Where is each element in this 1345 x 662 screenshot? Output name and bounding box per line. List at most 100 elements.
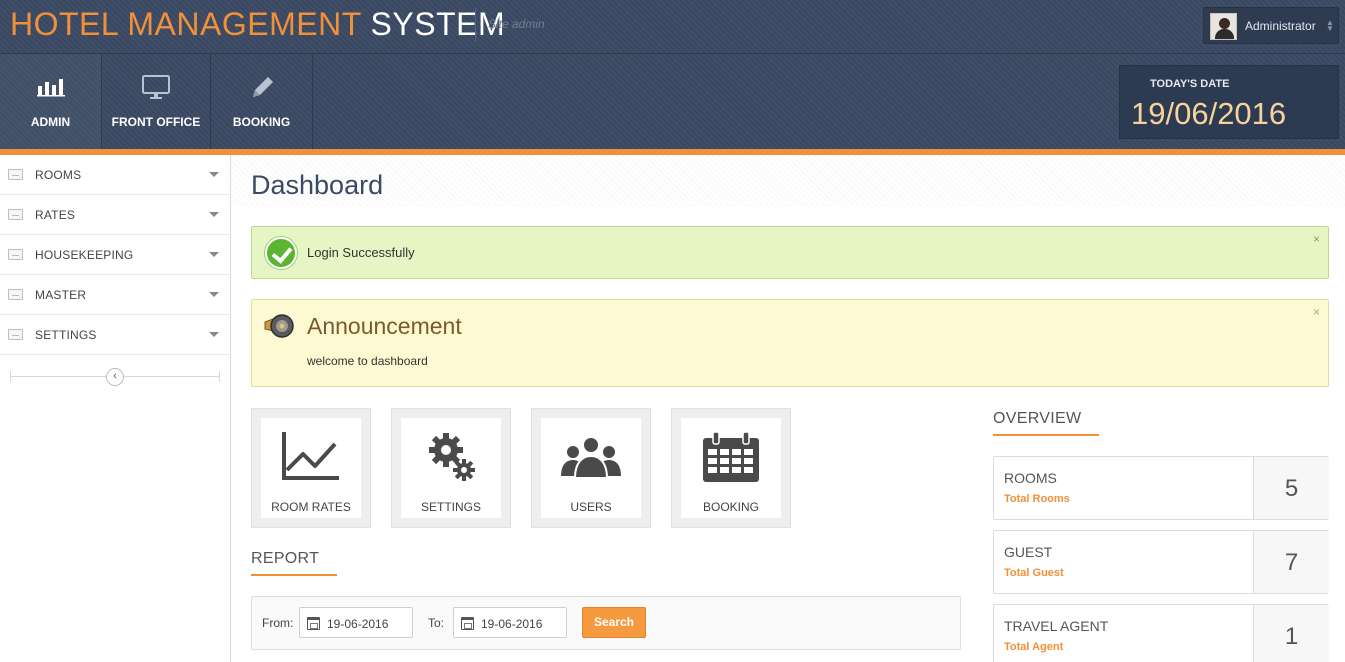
nav-item-front-office[interactable]: FRONT OFFICE bbox=[102, 54, 211, 150]
to-date-input[interactable]: 19-06-2016 bbox=[453, 607, 567, 638]
from-label: From: bbox=[262, 616, 294, 630]
calendar-small-icon bbox=[307, 617, 320, 630]
sidebar: ROOMS RATES HOUSEKEEPING MASTER SETTINGS… bbox=[0, 155, 231, 662]
sidebar-item-label: ROOMS bbox=[35, 168, 82, 182]
overview-card-name: GUEST bbox=[1004, 544, 1053, 560]
brand-primary: HOTEL MANAGEMENT bbox=[10, 6, 362, 42]
sidebar-item-label: RATES bbox=[35, 208, 76, 222]
divider-tick bbox=[219, 371, 220, 382]
sidebar-item-master[interactable]: MASTER bbox=[0, 275, 230, 315]
image-icon bbox=[8, 209, 23, 220]
header-top-bar: HOTEL MANAGEMENT SYSTEM Site admin Admin… bbox=[0, 0, 1345, 54]
page-title-band: Dashboard bbox=[231, 155, 1345, 207]
report-filter: From: 19-06-2016 To: 19-06-2016 Search bbox=[251, 596, 961, 650]
caret-down-icon bbox=[209, 292, 219, 297]
sidebar-item-label: MASTER bbox=[35, 288, 87, 302]
overview-card-name: TRAVEL AGENT bbox=[1004, 618, 1109, 634]
todays-date-panel: TODAY'S DATE 19/06/2016 bbox=[1119, 65, 1339, 139]
nav-item-admin[interactable]: ADMIN bbox=[0, 54, 102, 150]
image-icon bbox=[8, 329, 23, 340]
tile-room-rates[interactable]: ROOM RATES bbox=[251, 408, 371, 528]
success-alert: Login Successfully × bbox=[251, 226, 1329, 279]
overview-title: OVERVIEW bbox=[993, 410, 1082, 427]
sidebar-item-housekeeping[interactable]: HOUSEKEEPING bbox=[0, 235, 230, 275]
announcement-title: Announcement bbox=[307, 313, 462, 339]
sidebar-item-settings[interactable]: SETTINGS bbox=[0, 315, 230, 355]
tile-label: SETTINGS bbox=[420, 500, 481, 514]
tile-label: BOOKING bbox=[702, 500, 759, 514]
calendar-icon bbox=[701, 430, 761, 489]
sidebar-collapse-button[interactable]: ‹ bbox=[106, 368, 124, 386]
calendar-small-icon bbox=[461, 617, 474, 630]
bar-chart-icon bbox=[36, 74, 66, 103]
close-icon[interactable]: × bbox=[1313, 232, 1320, 246]
tile-label: USERS bbox=[570, 500, 612, 514]
updown-caret-icon: ▲ ▼ bbox=[1326, 18, 1334, 33]
sidebar-item-label: HOUSEKEEPING bbox=[35, 248, 134, 262]
to-date-value: 19-06-2016 bbox=[481, 617, 543, 631]
nav-label-front-office: FRONT OFFICE bbox=[111, 115, 201, 129]
tile-inner: ROOM RATES bbox=[261, 418, 361, 518]
announcement-alert: Announcement welcome to dashboard × bbox=[251, 299, 1329, 387]
tile-users[interactable]: USERS bbox=[531, 408, 651, 528]
from-date-value: 19-06-2016 bbox=[327, 617, 389, 631]
nav-label-booking: BOOKING bbox=[232, 115, 291, 129]
success-alert-text: Login Successfully bbox=[307, 245, 415, 260]
caret-down-icon bbox=[209, 252, 219, 257]
overview-count: 7 bbox=[1284, 549, 1299, 576]
caret-down-icon bbox=[209, 212, 219, 217]
tile-label: ROOM RATES bbox=[271, 500, 351, 514]
gears-icon bbox=[426, 430, 476, 489]
nav-item-booking[interactable]: BOOKING bbox=[211, 54, 313, 150]
caret-down-icon bbox=[209, 332, 219, 337]
todays-date-label: TODAY'S DATE bbox=[1150, 78, 1230, 90]
to-label: To: bbox=[428, 616, 445, 630]
users-group-icon bbox=[559, 430, 623, 487]
page-title: Dashboard bbox=[251, 170, 384, 200]
overview-card-guest[interactable]: GUEST Total Guest 7 bbox=[993, 530, 1329, 594]
overview-card-rooms[interactable]: ROOMS Total Rooms 5 bbox=[993, 456, 1329, 520]
divider-tick bbox=[10, 371, 11, 382]
pencil-icon bbox=[248, 74, 276, 107]
tile-inner: BOOKING bbox=[681, 418, 781, 518]
image-icon bbox=[8, 169, 23, 180]
overview-card-name: ROOMS bbox=[1004, 470, 1057, 486]
from-date-input[interactable]: 19-06-2016 bbox=[299, 607, 413, 638]
speaker-icon bbox=[262, 312, 296, 340]
overview-count-box: 1 bbox=[1253, 605, 1329, 662]
announcement-text: welcome to dashboard bbox=[307, 354, 428, 368]
overview-count: 1 bbox=[1284, 623, 1299, 650]
overview-count: 5 bbox=[1284, 475, 1299, 502]
line-chart-icon bbox=[281, 430, 341, 489]
overview-card-subtitle: Total Rooms bbox=[1004, 493, 1070, 505]
close-icon[interactable]: × bbox=[1313, 305, 1320, 319]
sidebar-item-rates[interactable]: RATES bbox=[0, 195, 230, 235]
app-brand[interactable]: HOTEL MANAGEMENT SYSTEM bbox=[10, 6, 505, 43]
image-icon bbox=[8, 249, 23, 260]
chevron-left-icon: ‹ bbox=[113, 370, 117, 382]
todays-date-value: 19/06/2016 bbox=[1131, 96, 1287, 131]
sidebar-item-label: SETTINGS bbox=[35, 328, 97, 342]
tile-inner: SETTINGS bbox=[401, 418, 501, 518]
user-name: Administrator bbox=[1245, 19, 1316, 33]
overview-count-box: 5 bbox=[1253, 457, 1329, 519]
check-circle-icon bbox=[265, 237, 297, 269]
image-icon bbox=[8, 289, 23, 300]
overview-card-subtitle: Total Guest bbox=[1004, 567, 1064, 579]
tile-settings[interactable]: SETTINGS bbox=[391, 408, 511, 528]
user-menu[interactable]: Administrator ▲ ▼ bbox=[1203, 7, 1339, 44]
monitor-icon bbox=[141, 74, 171, 105]
sidebar-item-rooms[interactable]: ROOMS bbox=[0, 155, 230, 195]
report-title: REPORT bbox=[251, 550, 320, 567]
nav-label-admin: ADMIN bbox=[30, 115, 71, 129]
caret-down-icon bbox=[209, 172, 219, 177]
main-content: Dashboard Login Successfully × Announcem… bbox=[231, 155, 1345, 662]
app-header: HOTEL MANAGEMENT SYSTEM Site admin Admin… bbox=[0, 0, 1345, 150]
overview-title-underline bbox=[993, 434, 1099, 436]
search-button[interactable]: Search bbox=[582, 607, 646, 638]
site-admin-label: Site admin bbox=[475, 8, 545, 42]
overview-card-travel-agent[interactable]: TRAVEL AGENT Total Agent 1 bbox=[993, 604, 1329, 662]
tile-inner: USERS bbox=[541, 418, 641, 518]
tile-booking[interactable]: BOOKING bbox=[671, 408, 791, 528]
overview-card-subtitle: Total Agent bbox=[1004, 641, 1064, 653]
